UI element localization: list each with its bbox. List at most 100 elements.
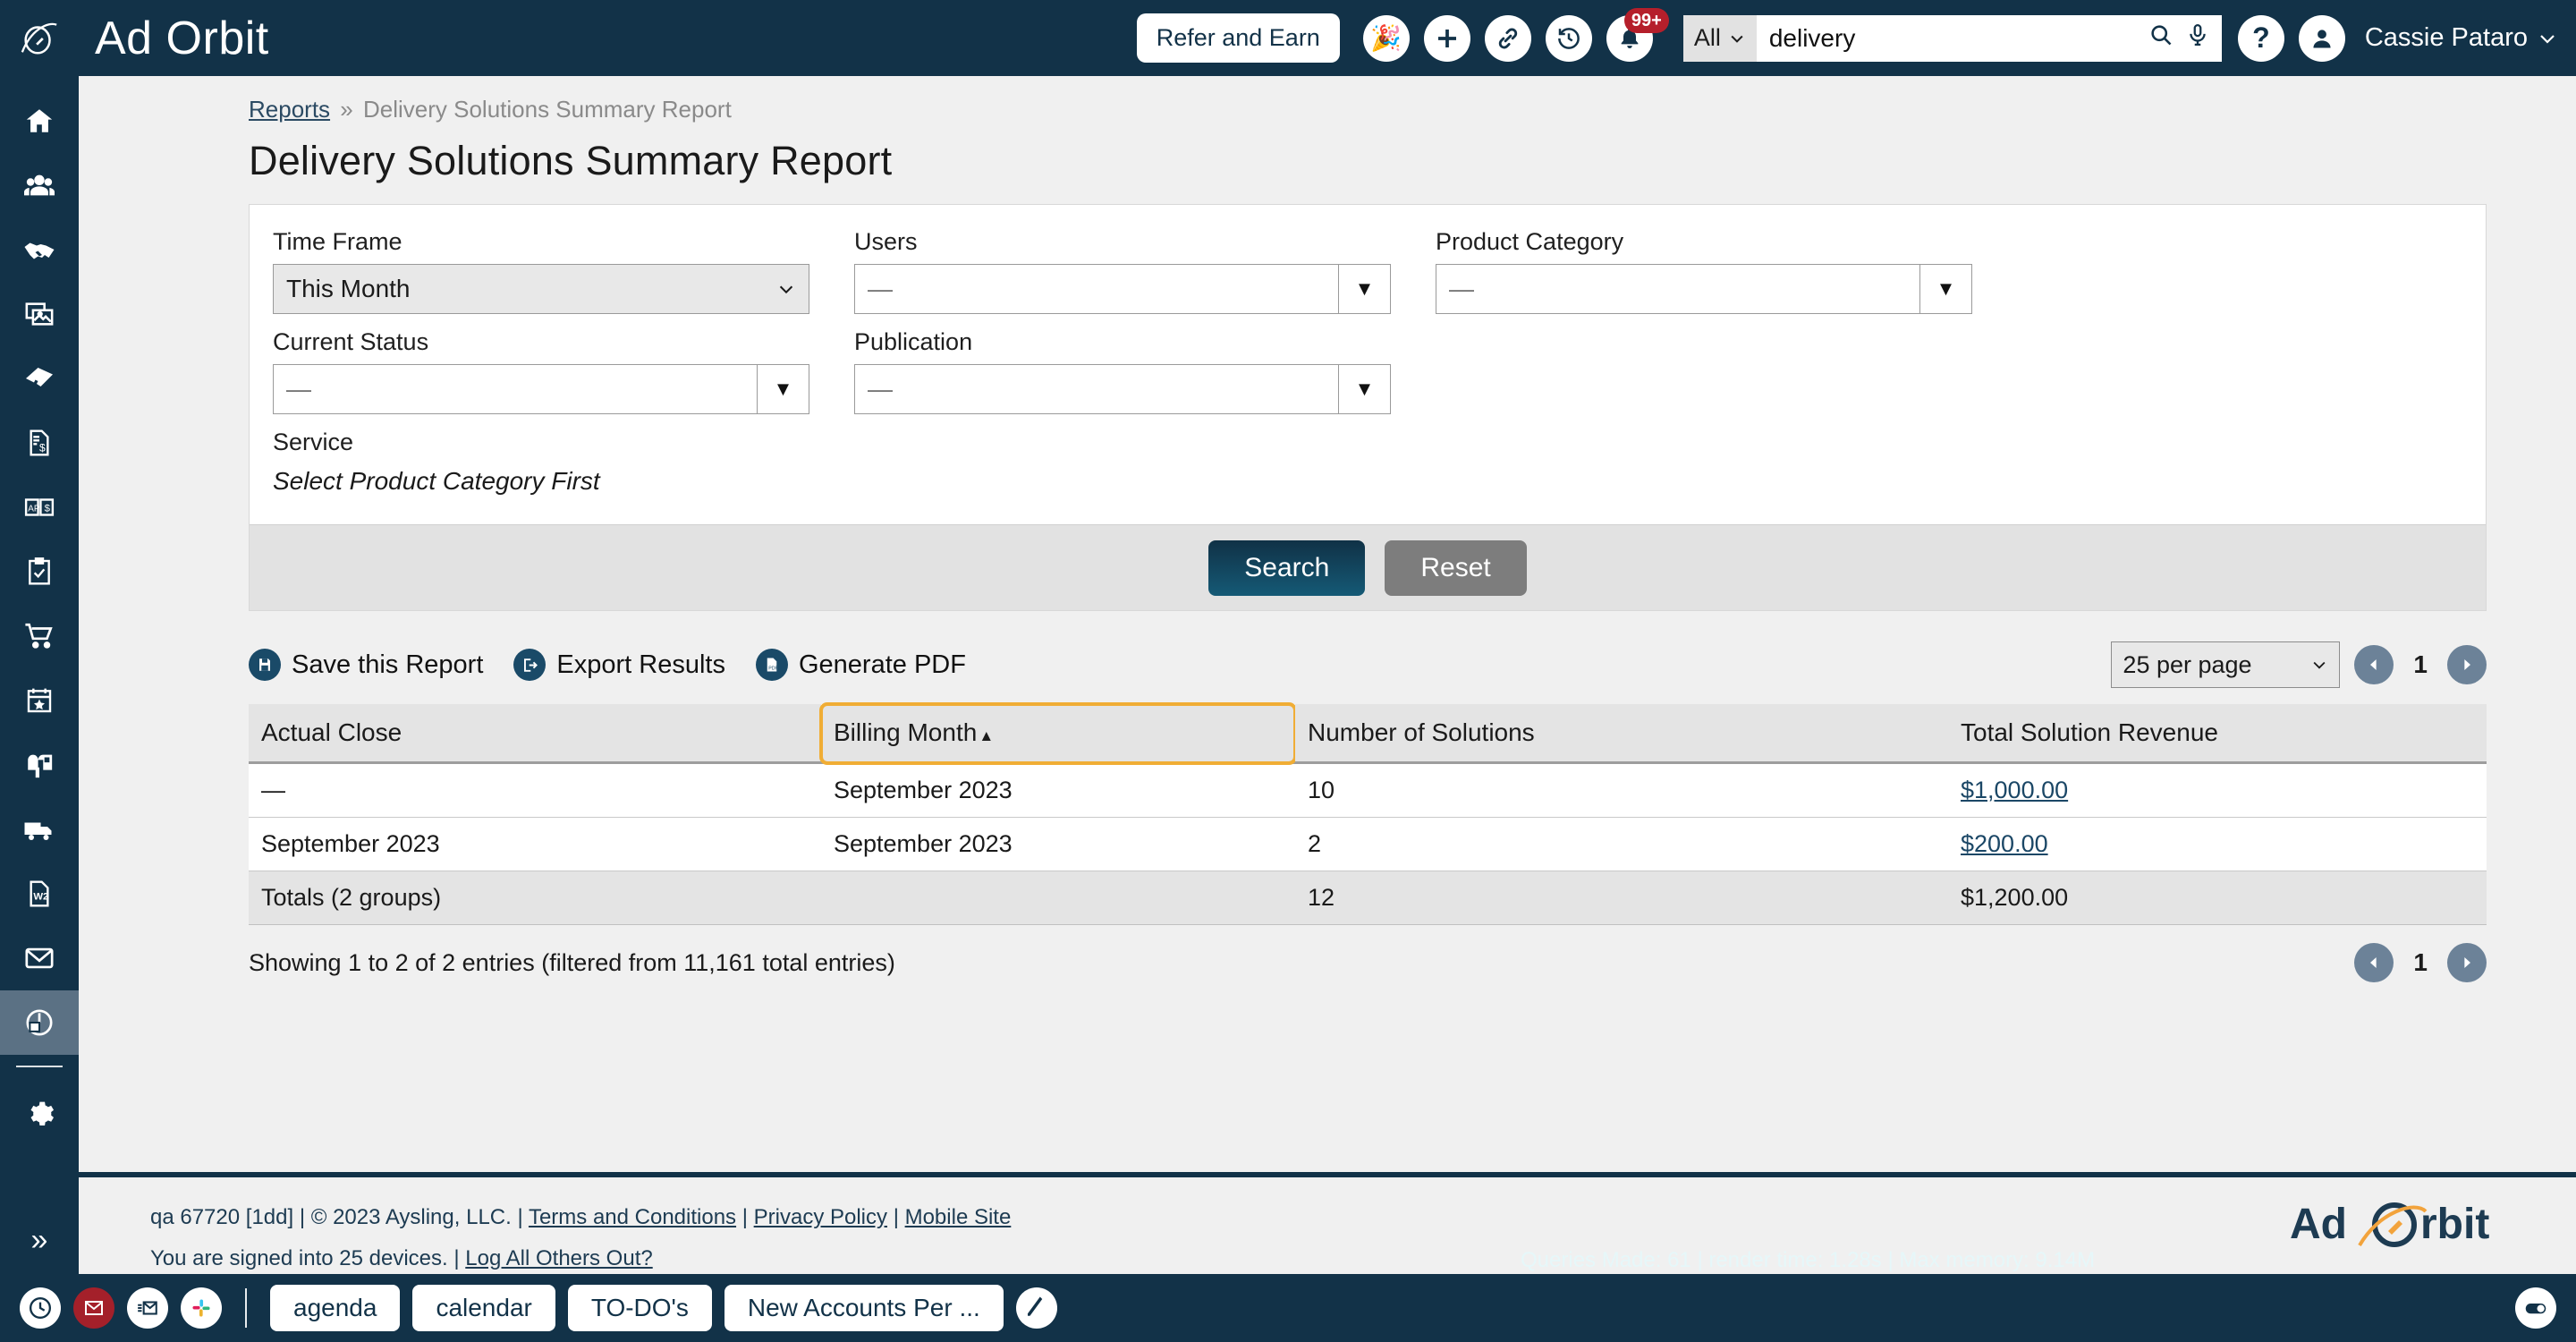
pencil-icon[interactable] (1015, 1287, 1057, 1329)
export-icon (513, 649, 547, 681)
per-page-select[interactable]: 25 per page (2111, 641, 2341, 688)
current-status-select[interactable]: — ▼ (273, 364, 809, 414)
svg-text:rbit: rbit (2420, 1201, 2489, 1248)
current-status-value: — (273, 364, 758, 414)
microphone-icon[interactable] (2186, 23, 2209, 53)
sidebar-item-reports[interactable] (0, 990, 79, 1055)
cell-total-solution-revenue: $200.00 (1948, 817, 2487, 871)
taskbar-tab-todos[interactable]: TO-DO's (567, 1285, 712, 1331)
privacy-link[interactable]: Privacy Policy (754, 1205, 887, 1229)
dropdown-caret-icon[interactable]: ▼ (1339, 364, 1391, 414)
chevron-left-icon (2370, 957, 2377, 968)
column-header-billing-month[interactable]: Billing Month ▲ (819, 702, 1297, 765)
search-input[interactable]: delivery (1756, 14, 2222, 62)
chevron-down-icon (2313, 661, 2326, 669)
sidebar-item-distribution[interactable] (0, 797, 79, 862)
user-menu[interactable]: Cassie Pataro (2365, 23, 2558, 53)
filter-column-1: Time Frame This Month Current Status — ▼ (273, 228, 854, 429)
prev-page-button[interactable] (2354, 645, 2394, 684)
dropdown-caret-icon[interactable]: ▼ (1339, 264, 1391, 314)
chevron-down-icon (779, 285, 793, 294)
sidebar-item-accounts-payable[interactable]: AP $ (0, 475, 79, 539)
taskbar-tab-agenda[interactable]: agenda (270, 1285, 401, 1331)
next-page-button[interactable] (2447, 645, 2487, 684)
search-button[interactable]: Search (1208, 539, 1366, 596)
sidebar-item-media[interactable] (0, 282, 79, 346)
sidebar-item-tax-forms[interactable]: W2 (0, 862, 79, 926)
mail-list-icon[interactable] (127, 1287, 168, 1329)
dropdown-caret-icon[interactable]: ▼ (758, 364, 809, 414)
footer-links: qa 67720 [1dd] | © 2023 Aysling, LLC. | … (150, 1197, 1011, 1278)
add-icon[interactable] (1423, 14, 1470, 62)
filter-publication: Publication — ▼ (854, 328, 1436, 414)
filter-service: Service Select Product Category First (273, 429, 809, 496)
users-select[interactable]: — ▼ (854, 264, 1391, 314)
refer-and-earn-button[interactable]: Refer and Earn (1136, 13, 1340, 63)
publication-select[interactable]: — ▼ (854, 364, 1391, 414)
filter-column-3: Product Category — ▼ (1436, 228, 2017, 429)
help-icon[interactable]: ? (2237, 14, 2284, 62)
breadcrumb-parent-link[interactable]: Reports (249, 96, 330, 123)
log-all-others-out-link[interactable]: Log All Others Out? (465, 1246, 652, 1270)
save-icon (249, 649, 281, 681)
prev-page-button[interactable] (2354, 943, 2394, 982)
sidebar-item-settings[interactable] (0, 1080, 79, 1144)
sidebar-item-home[interactable] (0, 89, 79, 153)
generate-pdf-button[interactable]: PDF Generate PDF (755, 649, 966, 681)
unread-mail-icon[interactable] (73, 1287, 114, 1329)
taskbar-tab-new-accounts[interactable]: New Accounts Per ... (724, 1285, 1004, 1331)
column-header-actual-close[interactable]: Actual Close (249, 704, 821, 764)
celebration-icon[interactable]: 🎉 (1362, 14, 1410, 62)
taskbar: agenda calendar TO-DO's New Accounts Per… (0, 1274, 2576, 1342)
sidebar-item-orders[interactable] (0, 604, 79, 668)
user-avatar-icon[interactable] (2298, 14, 2345, 62)
sidebar-logo[interactable] (0, 0, 79, 76)
svg-text:Ad: Ad (2290, 1201, 2347, 1248)
history-icon[interactable] (1545, 14, 1592, 62)
sidebar-expand-toggle[interactable]: » (0, 1206, 79, 1274)
revenue-link[interactable]: $200.00 (1961, 830, 2048, 857)
search-icon[interactable] (2148, 22, 2174, 54)
dropdown-caret-icon[interactable]: ▼ (1920, 264, 1972, 314)
bell-icon[interactable]: 99+ (1606, 7, 1669, 62)
sidebar-item-events[interactable] (0, 668, 79, 733)
slack-icon[interactable] (181, 1287, 222, 1329)
sidebar-item-contacts[interactable] (0, 153, 79, 217)
sidebar-item-tickets[interactable] (0, 346, 79, 411)
export-results-button[interactable]: Export Results (513, 649, 725, 681)
mobile-site-link[interactable]: Mobile Site (905, 1205, 1012, 1229)
product-category-select[interactable]: — ▼ (1436, 264, 1972, 314)
global-search: All delivery (1682, 14, 2222, 62)
reset-button[interactable]: Reset (1385, 539, 1527, 596)
search-scope-label: All (1693, 24, 1721, 51)
filter-actions: Search Reset (250, 524, 2486, 610)
showing-entries-label: Showing 1 to 2 of 2 entries (filtered fr… (249, 948, 895, 976)
sidebar-item-tasks[interactable] (0, 539, 79, 604)
notification-badge: 99+ (1623, 7, 1669, 33)
revenue-link[interactable]: $1,000.00 (1961, 777, 2068, 803)
report-table-header: Actual Close Billing Month ▲ Number of So… (249, 702, 2487, 765)
taskbar-tab-calendar[interactable]: calendar (412, 1285, 555, 1331)
column-header-total-solution-revenue[interactable]: Total Solution Revenue (1948, 704, 2487, 764)
column-header-number-of-solutions[interactable]: Number of Solutions (1295, 704, 1948, 764)
sidebar-item-invoices[interactable]: $ (0, 411, 79, 475)
filter-time-frame-label: Time Frame (273, 228, 402, 255)
time-frame-select[interactable]: This Month (273, 264, 809, 314)
search-scope-dropdown[interactable]: All (1682, 14, 1757, 62)
save-report-button[interactable]: Save this Report (249, 649, 483, 681)
cell-number-of-solutions: 2 (1295, 817, 1948, 871)
table-row: September 2023 September 2023 2 $200.00 (249, 817, 2487, 871)
terms-link[interactable]: Terms and Conditions (529, 1205, 736, 1229)
table-totals-row: Totals (2 groups) 12 $1,200.00 (249, 871, 2487, 925)
totals-total-solution-revenue: $1,200.00 (1948, 871, 2487, 925)
sidebar-divider (16, 1066, 63, 1067)
sidebar-item-subscriptions[interactable] (0, 733, 79, 797)
cell-actual-close: — (249, 762, 821, 818)
link-icon[interactable] (1484, 14, 1531, 62)
sidebar-item-email[interactable] (0, 926, 79, 990)
toggle-switch-icon[interactable] (2515, 1287, 2556, 1329)
sidebar-item-deals[interactable] (0, 217, 79, 282)
brand[interactable]: Ad Orbit (95, 12, 269, 65)
clock-icon[interactable] (20, 1287, 61, 1329)
next-page-button[interactable] (2447, 943, 2487, 982)
